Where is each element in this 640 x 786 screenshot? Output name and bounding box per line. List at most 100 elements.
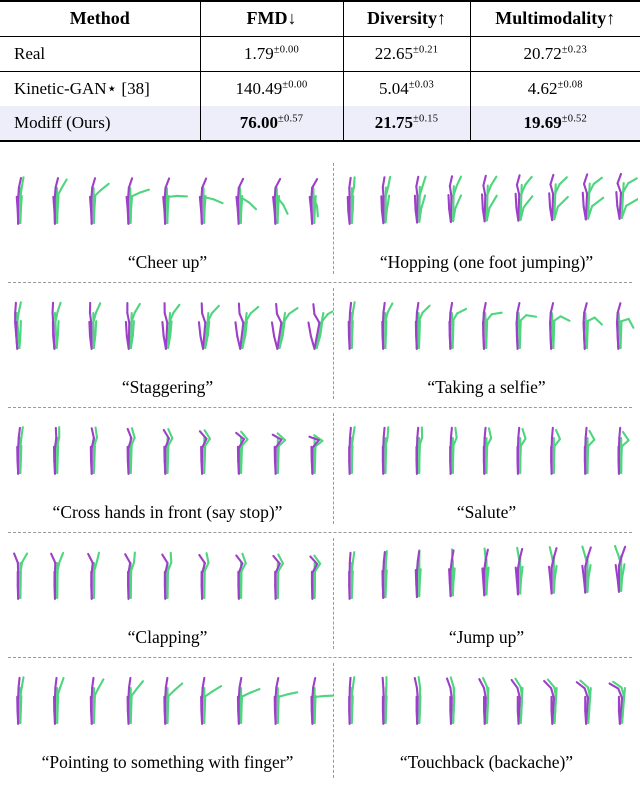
- motion-caption: “Salute”: [456, 502, 517, 522]
- vertical-separator: [333, 288, 334, 399]
- motion-strip: [335, 536, 638, 624]
- metric-error: ±0.08: [557, 79, 583, 91]
- table-bottom-rule: [0, 140, 640, 143]
- skeleton-sequence-svg: [16, 676, 333, 725]
- skeleton-sequence-svg: [14, 301, 333, 350]
- vertical-separator: [333, 663, 334, 778]
- figure-row: “Clapping” “Jump up”: [0, 532, 640, 657]
- metric-value: 140.49: [235, 78, 283, 98]
- cell-multimodality: 19.69±0.52: [469, 106, 640, 141]
- motion-strip: [2, 411, 333, 499]
- metric-error: ±0.15: [413, 113, 439, 125]
- metric-error: ±0.00: [282, 79, 308, 91]
- figure-row: “Cross hands in front (say stop)” “Salut…: [0, 407, 640, 532]
- cell-fmd: 1.79±0.00: [199, 35, 343, 71]
- motion-strip: [335, 661, 638, 749]
- table-row: Real 1.79±0.00 22.65±0.21 20.72±0.23: [0, 35, 640, 71]
- skeleton-sequence-svg: [348, 426, 630, 475]
- motion-caption: “Taking a selfie”: [427, 377, 546, 397]
- motion-caption: “Touchback (backache)”: [399, 752, 574, 772]
- motion-panel: “Salute”: [335, 411, 638, 532]
- metric-error: ±0.21: [413, 43, 439, 55]
- figure-row: “Staggering” “Taking a selfie”: [0, 282, 640, 407]
- skeleton-sequence-svg: [346, 172, 638, 225]
- motion-caption: “Hopping (one foot jumping)”: [379, 252, 594, 272]
- vertical-separator: [333, 538, 334, 649]
- motion-strip: [335, 286, 638, 374]
- motion-strip: [335, 161, 638, 249]
- metric-error: ±0.52: [561, 113, 587, 125]
- cell-method: Real: [0, 35, 200, 71]
- motion-figure-grid: “Cheer up” “Hopping (one foot jumping)” …: [0, 157, 640, 786]
- skeleton-sequence-svg: [15, 176, 319, 225]
- horizontal-separator: [8, 282, 632, 283]
- figure-row: “Cheer up” “Hopping (one foot jumping)”: [0, 157, 640, 282]
- metric-value: 4.62: [527, 78, 558, 98]
- cell-diversity: 21.75±0.15: [342, 106, 470, 141]
- motion-panel: “Hopping (one foot jumping)”: [335, 161, 638, 282]
- motion-caption: “Pointing to something with finger”: [41, 752, 294, 772]
- motion-panel: “Jump up”: [335, 536, 638, 657]
- metric-value: 19.69: [523, 113, 562, 132]
- motion-strip: [335, 411, 638, 499]
- column-header-multimodality: Multimodality↑: [469, 0, 640, 36]
- motion-caption: “Cross hands in front (say stop)”: [52, 502, 283, 522]
- cell-fmd: 140.49±0.00: [199, 70, 343, 106]
- table-body: Real 1.79±0.00 22.65±0.21 20.72±0.23 Kin…: [0, 35, 640, 143]
- metric-error: ±0.23: [561, 43, 587, 55]
- motion-panel: “Cheer up”: [2, 161, 333, 282]
- motion-panel: “Touchback (backache)”: [335, 661, 638, 782]
- motion-panel: “Clapping”: [2, 536, 333, 657]
- cell-method: Kinetic-GAN⋆ [38]: [0, 70, 200, 106]
- horizontal-separator: [8, 657, 632, 658]
- figure-row: “Pointing to something with finger” “Tou…: [0, 657, 640, 786]
- metric-value: 5.04: [379, 78, 409, 98]
- cell-multimodality: 20.72±0.23: [469, 35, 640, 71]
- cell-diversity: 5.04±0.03: [342, 70, 470, 106]
- metric-value: 1.79: [244, 43, 274, 63]
- cell-multimodality: 4.62±0.08: [469, 70, 640, 106]
- cell-diversity: 22.65±0.21: [342, 35, 470, 71]
- skeleton-sequence-svg: [13, 551, 322, 600]
- table-row-highlighted: Modiff (Ours) 76.00±0.57 21.75±0.15 19.6…: [0, 106, 640, 141]
- motion-strip: [2, 286, 333, 374]
- motion-caption: “Clapping”: [127, 627, 208, 647]
- table-bottom-rule-row: [0, 140, 640, 143]
- results-table: Method FMD↓ Diversity↑ Multimodality↑ Re…: [0, 0, 640, 143]
- skeleton-sequence-svg: [347, 301, 635, 350]
- motion-panel: “Taking a selfie”: [335, 286, 638, 407]
- metric-value: 22.65: [374, 43, 414, 63]
- motion-strip: [2, 536, 333, 624]
- table-row: Kinetic-GAN⋆ [38] 140.49±0.00 5.04±0.03 …: [0, 70, 640, 106]
- horizontal-separator: [8, 532, 632, 533]
- results-table-container: Method FMD↓ Diversity↑ Multimodality↑ Re…: [0, 0, 640, 143]
- column-header-diversity: Diversity↑: [342, 0, 470, 36]
- motion-caption: “Staggering”: [121, 377, 214, 397]
- skeleton-sequence-svg: [348, 544, 627, 600]
- table-header-row: Method FMD↓ Diversity↑ Multimodality↑: [0, 0, 640, 36]
- metric-error: ±0.03: [408, 79, 434, 91]
- motion-panel: “Cross hands in front (say stop)”: [2, 411, 333, 532]
- metric-value: 21.75: [374, 113, 414, 132]
- metric-error: ±0.57: [278, 113, 304, 125]
- motion-strip: [2, 661, 333, 749]
- motion-panel: “Pointing to something with finger”: [2, 661, 333, 782]
- vertical-separator: [333, 163, 334, 274]
- motion-strip: [2, 161, 333, 249]
- horizontal-separator: [8, 407, 632, 408]
- cell-fmd: 76.00±0.57: [199, 106, 343, 141]
- vertical-separator: [333, 413, 334, 524]
- column-header-fmd: FMD↓: [199, 0, 343, 36]
- motion-panel: “Staggering”: [2, 286, 333, 407]
- skeleton-sequence-svg: [16, 426, 324, 475]
- cell-method: Modiff (Ours): [0, 106, 200, 141]
- skeleton-sequence-svg: [348, 675, 626, 725]
- metric-value: 76.00: [239, 113, 279, 132]
- metric-value: 20.72: [523, 43, 562, 63]
- table-header: Method FMD↓ Diversity↑ Multimodality↑: [0, 0, 640, 36]
- metric-error: ±0.00: [273, 43, 299, 55]
- motion-caption: “Jump up”: [448, 627, 525, 647]
- motion-caption: “Cheer up”: [127, 252, 208, 272]
- column-header-method: Method: [0, 0, 200, 36]
- figure-page: Method FMD↓ Diversity↑ Multimodality↑ Re…: [0, 0, 640, 786]
